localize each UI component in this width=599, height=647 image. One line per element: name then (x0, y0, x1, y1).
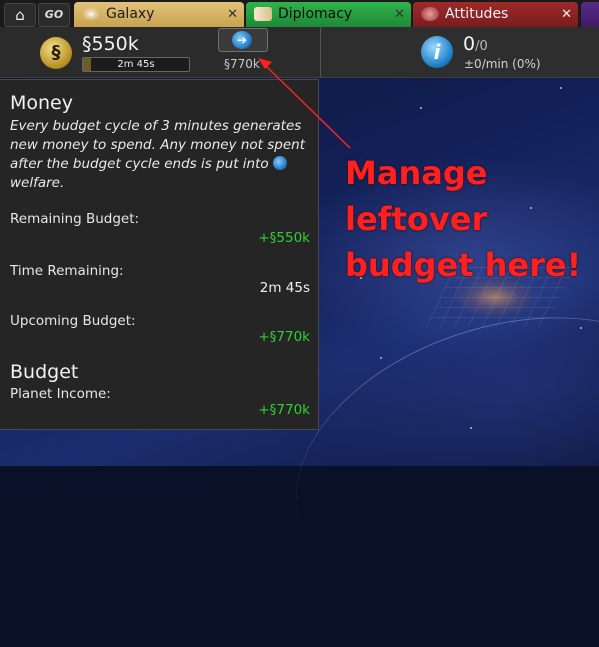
influence-rate: ±0/min (0%) (464, 57, 541, 71)
annotation-line: leftover (345, 200, 488, 238)
galaxy-icon (82, 7, 100, 21)
money-description-end: welfare. (10, 175, 65, 191)
influence-current: 0 (463, 33, 476, 55)
scroll-icon (254, 7, 272, 21)
annotation-line: budget here! (345, 246, 582, 284)
planet-income-label: Planet Income: (10, 386, 111, 402)
influence-value: 0/0 (463, 33, 488, 55)
remaining-budget-label: Remaining Budget: (10, 211, 140, 227)
influence-max: /0 (475, 39, 488, 54)
tab-bar: ⌂ GO Galaxy ✕ Diplomacy ✕ Attitudes ✕ (0, 0, 599, 27)
close-icon[interactable]: ✕ (394, 2, 405, 27)
planet-income-value: +§770k (258, 402, 310, 418)
welfare-button[interactable]: ➔ (218, 28, 268, 52)
welfare-icon (272, 156, 287, 170)
money-title: Money (10, 92, 73, 114)
money-tooltip-panel: Money Every budget cycle of 3 minutes ge… (0, 79, 319, 430)
money-icon: § (40, 37, 72, 69)
star (580, 327, 582, 329)
tab-overflow[interactable] (581, 2, 599, 27)
annotation-line: Manage (345, 154, 488, 192)
welfare-amount: §770k (224, 57, 260, 71)
home-icon: ⌂ (15, 6, 25, 24)
welfare-icon: ➔ (232, 31, 252, 49)
close-icon[interactable]: ✕ (561, 2, 572, 27)
money-description: Every budget cycle of 3 minutes generate… (10, 117, 310, 193)
tab-galaxy[interactable]: Galaxy ✕ (74, 2, 244, 27)
upcoming-budget-value: +§770k (258, 329, 310, 345)
budget-cycle-progress: 2m 45s (82, 57, 190, 72)
people-icon (421, 7, 439, 21)
tab-galaxy-label: Galaxy (106, 6, 155, 22)
star (380, 357, 382, 359)
close-icon[interactable]: ✕ (227, 2, 238, 27)
influence-icon: i (421, 36, 453, 68)
annotation-text: Manage leftover budget here! (345, 150, 595, 288)
home-button[interactable]: ⌂ (4, 3, 36, 27)
tab-attitudes-label: Attitudes (445, 6, 509, 22)
upcoming-budget-label: Upcoming Budget: (10, 313, 136, 329)
tab-diplomacy-label: Diplomacy (278, 6, 353, 22)
budget-cycle-timer: 2m 45s (117, 59, 155, 70)
money-section[interactable]: § §550k 2m 45s ➔ §770k (0, 27, 321, 77)
go-button[interactable]: GO (38, 3, 70, 27)
tab-diplomacy[interactable]: Diplomacy ✕ (246, 2, 411, 27)
resource-bar: § §550k 2m 45s ➔ §770k i 0/0 ±0/min (0%) (0, 27, 599, 78)
time-remaining-label: Time Remaining: (10, 263, 124, 279)
time-remaining-value: 2m 45s (259, 280, 310, 296)
star (560, 87, 562, 89)
tab-attitudes[interactable]: Attitudes ✕ (413, 2, 578, 27)
star (470, 427, 472, 429)
budget-title: Budget (10, 361, 79, 383)
influence-section[interactable]: i 0/0 ±0/min (0%) (321, 27, 599, 77)
star (420, 107, 422, 109)
money-amount: §550k (82, 33, 139, 55)
money-description-text: Every budget cycle of 3 minutes generate… (10, 118, 305, 172)
remaining-budget-value: +§550k (258, 230, 310, 246)
